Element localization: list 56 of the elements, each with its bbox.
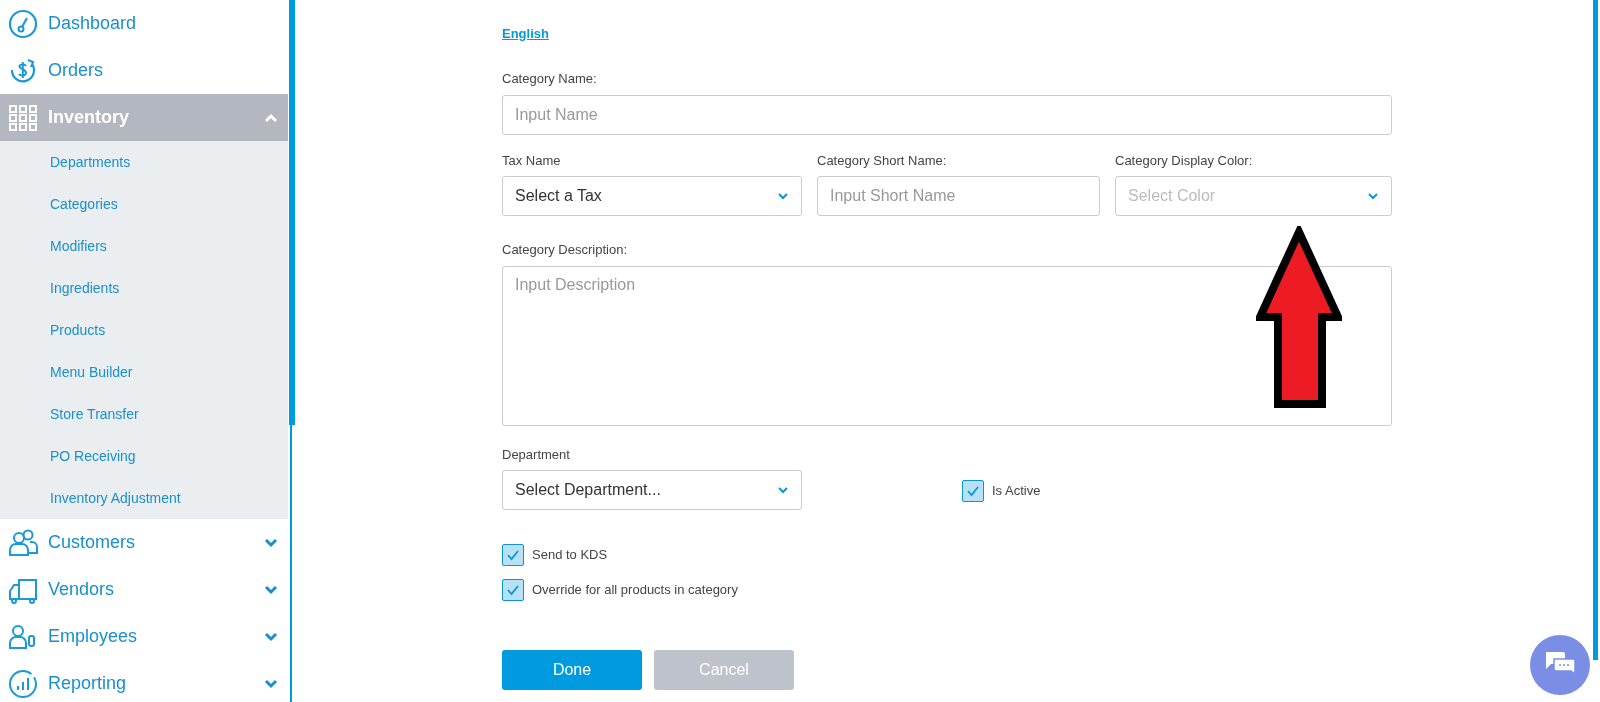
people-icon [8,527,38,558]
submenu-item[interactable]: Ingredients [50,277,120,299]
field-label: Tax Name [502,151,562,170]
field-label: Category Name: [502,70,598,88]
sidebar-item[interactable]: Employees [0,613,288,660]
field-label: Category Display Color: [1115,151,1254,170]
short-name-input[interactable]: Input Short Name [817,176,1100,216]
sidebar-item[interactable]: Reporting [0,660,288,702]
done-button[interactable]: Done [502,650,642,690]
gauge-icon [8,8,38,39]
grid-icon [8,102,38,133]
sidebar-item[interactable]: Orders [0,47,288,94]
chevron-down-icon [264,631,278,642]
submenu-item[interactable]: Store Transfer [50,403,139,425]
cancel-button[interactable]: Cancel [654,650,794,690]
checkmark-icon [966,485,980,497]
arrow-icon [1256,226,1342,408]
tax-select[interactable]: Select a Tax [502,176,802,216]
submenu-item[interactable]: Products [50,319,106,341]
submenu-item[interactable]: Departments [50,151,131,173]
field-label: Department [502,445,571,464]
sidebar-item[interactable]: Customers [0,519,288,566]
field-label: Category Short Name: [817,151,948,170]
chevron-down-icon [1367,192,1379,200]
submenu-item[interactable]: Categories [50,193,118,215]
field-label: Category Description: [502,241,628,259]
chevron-down-icon [777,192,789,200]
checkbox-label: Send to KDS [532,546,608,565]
sidebar-item[interactable]: Dashboard [0,0,288,47]
sidebar-item[interactable]: Vendors [0,566,288,613]
chart-circle-icon [8,668,38,699]
name-input[interactable]: Input Name [502,94,1392,135]
submenu-item[interactable]: Modifiers [50,235,107,257]
checkbox[interactable] [962,480,984,502]
language-link[interactable]: English [502,24,549,44]
checkbox-label: Is Active [992,482,1041,501]
chevron-up-icon [264,112,278,123]
scrollbar-thumb[interactable] [289,0,295,425]
scrollbar-thumb[interactable] [1593,0,1598,660]
checkbox[interactable] [502,579,524,601]
chevron-down-icon [777,486,789,494]
chevron-down-icon [264,678,278,689]
chevron-down-icon [264,584,278,595]
checkbox[interactable] [502,544,524,566]
color-select[interactable]: Select Color [1115,176,1392,216]
submenu-item[interactable]: Menu Builder [50,361,133,383]
checkmark-icon [506,549,520,561]
department-select[interactable]: Select Department... [502,470,802,510]
submenu-item[interactable]: Inventory Adjustment [50,487,181,509]
chat-button[interactable] [1530,635,1590,695]
sidebar-item[interactable]: Inventory [0,94,288,141]
checkbox-label: Override for all products in category [532,581,738,600]
checkmark-icon [506,584,520,596]
description-textarea[interactable]: Input Description [502,265,1392,426]
submenu-item[interactable]: PO Receiving [50,445,136,467]
chevron-down-icon [264,537,278,548]
